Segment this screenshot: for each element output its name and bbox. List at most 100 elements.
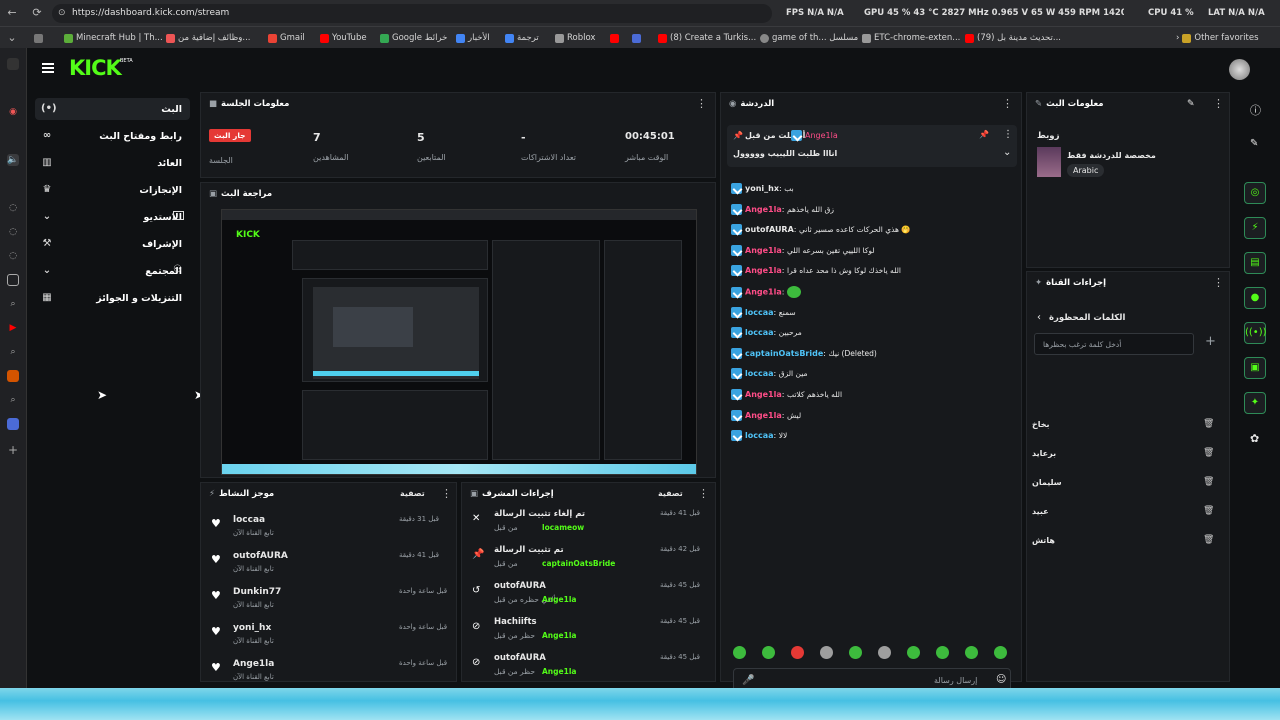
tab-icon[interactable]: ◌ xyxy=(7,226,19,238)
emote-icon[interactable] xyxy=(791,646,804,659)
bookmark-item[interactable]: وظائف إضافية من... xyxy=(166,31,251,45)
bookmark-item[interactable]: ترجمة xyxy=(505,31,539,45)
chat-username[interactable]: Ange1la xyxy=(745,288,782,297)
more-options-icon[interactable]: ⋮ xyxy=(1213,277,1224,289)
url-text[interactable]: https://dashboard.kick.com/stream xyxy=(72,8,229,18)
add-icon[interactable]: + xyxy=(1205,334,1216,349)
trash-icon[interactable]: 🗑 xyxy=(1203,448,1214,458)
mod-action-user[interactable]: locameow xyxy=(542,523,584,532)
more-options-icon[interactable]: ⋮ xyxy=(1002,98,1013,110)
menu-icon[interactable] xyxy=(42,63,54,73)
youtube-icon[interactable]: ▶ xyxy=(7,322,19,334)
chat-username[interactable]: Ange1la xyxy=(745,246,782,255)
unpin-icon[interactable]: 📌 xyxy=(979,130,989,139)
more-options-icon[interactable]: ⋮ xyxy=(696,98,707,110)
speaker-icon[interactable]: 🔈 xyxy=(7,154,19,166)
emoji-icon[interactable]: ☺ xyxy=(996,674,1006,685)
chevron-left-icon[interactable]: ‹ xyxy=(1037,312,1041,323)
address-bar[interactable]: ⊙ https://dashboard.kick.com/stream xyxy=(52,4,772,23)
mod-action-user[interactable]: Ange1la xyxy=(542,595,576,604)
record-icon[interactable]: ◉ xyxy=(7,106,19,118)
chat-username[interactable]: Ange1la xyxy=(745,266,782,275)
activity-user[interactable]: loccaa xyxy=(233,515,265,525)
chat-username[interactable]: loccaa xyxy=(745,431,774,440)
emote-icon[interactable] xyxy=(936,646,949,659)
edit-icon[interactable]: ✎ xyxy=(1187,99,1195,109)
more-options-icon[interactable]: ⋮ xyxy=(441,488,452,500)
trash-icon[interactable]: 🗑 xyxy=(1203,506,1214,516)
trash-icon[interactable]: 🗑 xyxy=(1203,419,1214,429)
mod-action-user[interactable]: captainOatsBride xyxy=(542,559,615,568)
bookmark-item[interactable] xyxy=(610,31,619,45)
reload-icon[interactable]: ⟳ xyxy=(31,7,43,19)
chevron-down-icon[interactable]: ⌄ xyxy=(6,32,18,44)
chat-username[interactable]: loccaa xyxy=(745,328,774,337)
palette-icon[interactable]: ✿ xyxy=(1250,432,1259,445)
activity-user[interactable]: Dunkin77 xyxy=(233,587,281,597)
bookmark-item[interactable]: (8) Create a Turkis... xyxy=(658,31,756,45)
nav-item-moderation[interactable]: ⚒ الإشراف xyxy=(35,233,190,255)
chat-username[interactable]: Ange1la xyxy=(745,205,782,214)
more-options-icon[interactable]: ⋮ xyxy=(1003,129,1013,140)
emote-icon[interactable] xyxy=(878,646,891,659)
bookmark-item[interactable]: (79) تحديث مدينة بل... xyxy=(965,31,1061,45)
tab-icon[interactable] xyxy=(7,274,19,286)
tab-icon[interactable]: ◌ xyxy=(7,202,19,214)
more-options-icon[interactable]: ⋮ xyxy=(698,488,709,500)
add-icon[interactable]: + xyxy=(7,444,19,456)
bookmark-item[interactable]: YouTube xyxy=(320,31,367,45)
trash-icon[interactable]: 🗑 xyxy=(1203,477,1214,487)
trash-icon[interactable]: 🗑 xyxy=(1203,535,1214,545)
emote-icon[interactable] xyxy=(965,646,978,659)
search-icon[interactable]: ⌕ xyxy=(7,298,19,310)
emote-icon[interactable] xyxy=(762,646,775,659)
bookmark-item[interactable] xyxy=(632,31,641,45)
pencil-icon[interactable]: ✎ xyxy=(1250,138,1258,149)
wrench-icon[interactable]: ✦ xyxy=(1244,392,1266,414)
emote-icon[interactable] xyxy=(907,646,920,659)
stream-preview-video[interactable]: KICK xyxy=(221,209,697,475)
chat-username[interactable]: Ange1la xyxy=(745,411,782,420)
camera-icon[interactable]: ◎ xyxy=(1244,182,1266,204)
search-icon[interactable]: ⌕ xyxy=(7,346,19,358)
bookmark-item[interactable]: الأخبار xyxy=(456,31,490,45)
emote-icon[interactable] xyxy=(849,646,862,659)
activity-user[interactable]: yoni_hx xyxy=(233,623,271,633)
activity-user[interactable]: Ange1la xyxy=(233,659,274,669)
nav-item-achievements[interactable]: ♛ الإنجازات xyxy=(35,179,190,201)
nav-item-community[interactable]: ⌄ المجتمع ⚇ xyxy=(35,260,190,282)
chevron-down-icon[interactable]: ⌄ xyxy=(1003,147,1011,158)
document-icon[interactable]: ▤ xyxy=(1244,252,1266,274)
bookmark-item[interactable]: Gmail xyxy=(268,31,305,45)
banned-word-input[interactable]: أدخل كلمة ترغب بحظرها xyxy=(1034,333,1194,355)
nav-item-stream-key[interactable]: ∞ رابط ومفتاح البث xyxy=(35,125,190,147)
avatar[interactable] xyxy=(1229,59,1250,80)
mod-action-user[interactable]: Ange1la xyxy=(542,631,576,640)
emote-icon[interactable] xyxy=(733,646,746,659)
bookmark-item[interactable]: ETC-chrome-exten... xyxy=(862,31,960,45)
site-info-icon[interactable]: ⊙ xyxy=(58,8,66,18)
filter-button[interactable]: تصفية xyxy=(658,489,683,498)
chat-username[interactable]: loccaa xyxy=(745,369,774,378)
mic-icon[interactable]: 🎤 xyxy=(742,675,754,686)
nav-item-revenue[interactable]: ▥ العائد xyxy=(35,152,190,174)
search-icon[interactable]: ⌕ xyxy=(7,394,19,406)
mod-action-user[interactable]: Ange1la xyxy=(542,667,576,676)
bookmark-item[interactable]: Roblox xyxy=(555,31,595,45)
nav-item-studio[interactable]: ⌄ الاستديو xyxy=(35,206,190,228)
tab-icon[interactable]: ◌ xyxy=(7,250,19,262)
chat-username[interactable]: outofAURA xyxy=(745,225,794,234)
bookmark-item[interactable]: game of th... مسلسل xyxy=(760,31,858,45)
app-icon[interactable] xyxy=(7,418,19,430)
bookmark-item[interactable]: Google خرائط xyxy=(380,31,447,45)
more-options-icon[interactable]: ⋮ xyxy=(1213,98,1224,110)
chat-username[interactable]: loccaa xyxy=(745,308,774,317)
chat-username[interactable]: captainOatsBride xyxy=(745,349,823,358)
collapse-icon[interactable] xyxy=(7,58,19,70)
bookmark-sidebar-icon[interactable] xyxy=(34,31,43,45)
chat-username[interactable]: yoni_hx xyxy=(745,184,779,193)
nav-item-live[interactable]: (•) البث xyxy=(35,98,190,120)
pinned-message[interactable]: 📌 أرسلت من قبل Ange1la انااا طلبت الليبي… xyxy=(727,125,1017,167)
app-icon[interactable] xyxy=(7,370,19,382)
bolt-icon[interactable]: ⚡ xyxy=(1244,217,1266,239)
